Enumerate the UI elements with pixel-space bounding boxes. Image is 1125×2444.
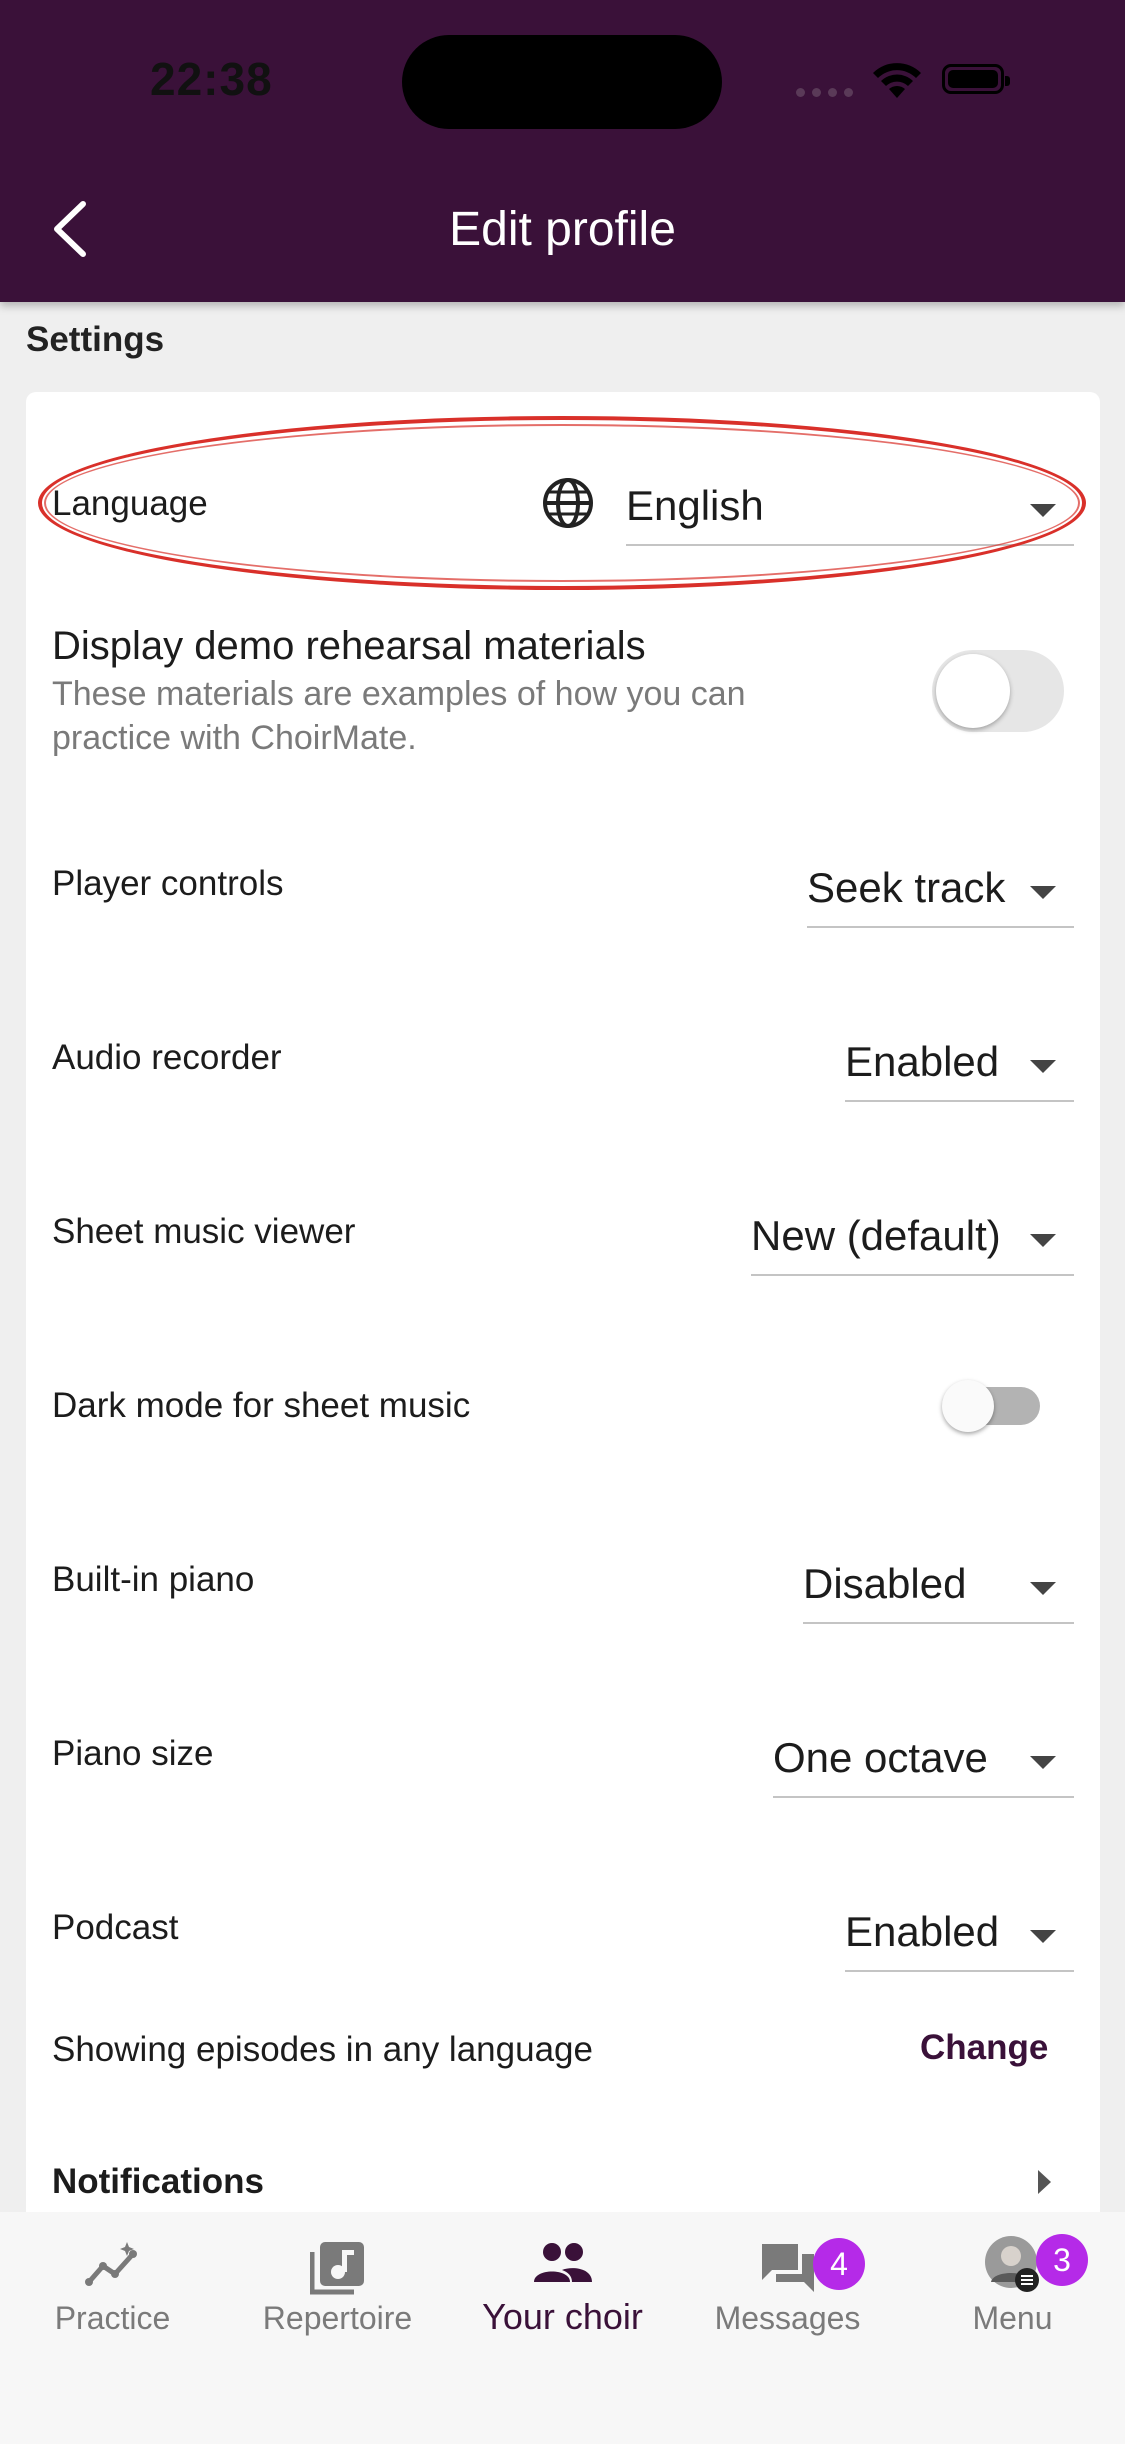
podcast-value: Enabled xyxy=(845,1908,1000,1955)
chevron-down-icon xyxy=(1030,1582,1056,1595)
builtin-piano-label: Built-in piano xyxy=(52,1560,255,1599)
nav-your-choir[interactable]: Your choir xyxy=(450,2212,675,2372)
player-controls-dropdown[interactable]: Seek track xyxy=(807,856,1074,928)
messages-badge: 4 xyxy=(813,2238,865,2290)
chevron-down-icon xyxy=(1030,1930,1056,1943)
notifications-label[interactable]: Notifications xyxy=(52,2162,264,2202)
chevron-down-icon xyxy=(1030,1234,1056,1247)
audio-recorder-label: Audio recorder xyxy=(52,1038,282,1077)
battery-icon xyxy=(942,64,1010,94)
nav-messages-label: Messages xyxy=(714,2300,861,2336)
highlight-annotation-inner xyxy=(44,424,1080,582)
chevron-down-icon xyxy=(1030,886,1056,899)
piano-size-label: Piano size xyxy=(52,1734,214,1773)
audio-recorder-dropdown[interactable]: Enabled xyxy=(845,1030,1074,1102)
nav-practice-label: Practice xyxy=(54,2300,171,2336)
chevron-down-icon xyxy=(1030,1756,1056,1769)
status-time: 22:38 xyxy=(150,53,273,105)
chat-icon xyxy=(761,2244,814,2292)
dark-mode-label: Dark mode for sheet music xyxy=(52,1386,471,1425)
group-icon xyxy=(533,2243,592,2282)
nav-repertoire[interactable]: Repertoire xyxy=(225,2212,450,2372)
toggle-knob xyxy=(936,654,1010,728)
chevron-down-icon xyxy=(1030,1060,1056,1073)
practice-icon xyxy=(84,2242,137,2286)
dark-mode-toggle[interactable] xyxy=(942,1380,1040,1432)
demo-description: These materials are examples of how you … xyxy=(52,675,746,757)
sheet-music-viewer-label: Sheet music viewer xyxy=(52,1212,356,1251)
menu-badge: 3 xyxy=(1036,2234,1088,2286)
settings-section-title: Settings xyxy=(26,320,165,359)
wifi-icon xyxy=(873,63,921,98)
piano-size-dropdown[interactable]: One octave xyxy=(773,1726,1074,1798)
audio-recorder-value: Enabled xyxy=(845,1038,1000,1085)
player-controls-label: Player controls xyxy=(52,864,284,903)
page-title: Edit profile xyxy=(449,203,676,256)
avatar-icon xyxy=(984,2236,1039,2292)
signal-dots-icon xyxy=(796,88,856,98)
music-note-icon xyxy=(309,2242,364,2295)
piano-size-value: One octave xyxy=(773,1734,988,1781)
demo-toggle[interactable] xyxy=(932,650,1064,732)
bottom-nav: Practice Repertoire Your choir 4 Message… xyxy=(0,2212,1125,2444)
nav-your-choir-label: Your choir xyxy=(482,2296,643,2337)
nav-repertoire-label: Repertoire xyxy=(262,2300,413,2336)
chevron-right-icon[interactable] xyxy=(1038,2170,1051,2194)
dynamic-island xyxy=(402,35,722,129)
nav-practice[interactable]: Practice xyxy=(0,2212,225,2372)
nav-messages[interactable]: 4 Messages xyxy=(675,2212,900,2372)
app-header: 22:38 Edit profile xyxy=(0,0,1125,302)
builtin-piano-dropdown[interactable]: Disabled xyxy=(803,1552,1074,1624)
nav-menu[interactable]: 3 Menu xyxy=(900,2212,1125,2372)
episodes-label: Showing episodes in any language xyxy=(52,2030,593,2069)
sheet-music-viewer-value: New (default) xyxy=(751,1212,1001,1259)
toggle-knob xyxy=(942,1380,994,1432)
change-button[interactable]: Change xyxy=(920,2028,1048,2068)
demo-title: Display demo rehearsal materials xyxy=(52,624,646,668)
nav-menu-label: Menu xyxy=(972,2300,1053,2336)
player-controls-value: Seek track xyxy=(807,864,1006,911)
podcast-dropdown[interactable]: Enabled xyxy=(845,1900,1074,1972)
builtin-piano-value: Disabled xyxy=(803,1560,967,1607)
sheet-music-viewer-dropdown[interactable]: New (default) xyxy=(751,1204,1074,1276)
podcast-label: Podcast xyxy=(52,1908,179,1947)
